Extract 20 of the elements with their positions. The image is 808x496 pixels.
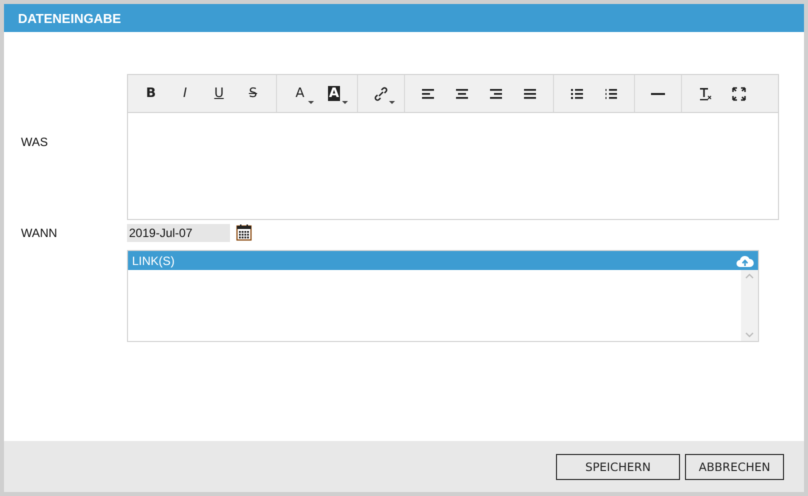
dialog-button[interactable]: SPEICHERN (556, 454, 680, 480)
clear-format-icon (697, 86, 713, 102)
field-label: WANN (21, 225, 58, 240)
background-color-button[interactable]: A (317, 80, 351, 108)
field-label: WAS (21, 135, 49, 149)
bold-button[interactable]: B (134, 80, 168, 108)
cloud-upload-icon[interactable] (736, 254, 754, 268)
dialog-button[interactable]: ABBRECHEN (685, 454, 784, 480)
panel-title: LINK(S) (132, 254, 175, 268)
rich-text-editor[interactable]: B I U S A A (127, 74, 779, 220)
link-icon (373, 86, 389, 102)
italic-button[interactable]: I (168, 80, 202, 108)
date-field[interactable]: 2019-Jul-07 (127, 224, 230, 242)
horizontal-rule-icon (651, 92, 665, 94)
calendar-icon[interactable] (236, 224, 252, 241)
underline-button[interactable]: U (202, 80, 236, 108)
text-color-button[interactable]: A (283, 80, 317, 108)
fullscreen-icon (731, 86, 747, 102)
dialog-title: DATENEINGABE (4, 4, 804, 32)
strikethrough-button[interactable]: S (236, 80, 270, 108)
